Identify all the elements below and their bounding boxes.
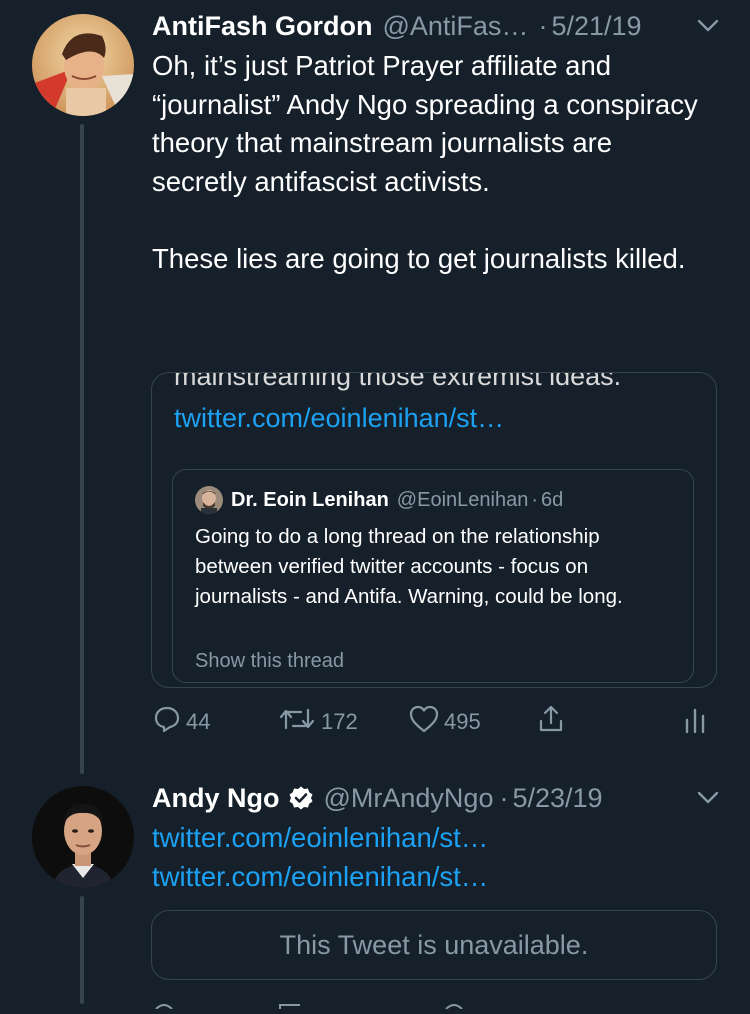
thread-line [80,124,84,774]
thread-line [80,896,84,1004]
analytics-button[interactable] [682,704,708,740]
like-button[interactable]: 495 [408,704,481,740]
analytics-icon [682,704,708,740]
display-name[interactable]: AntiFash Gordon [152,11,372,42]
share-icon [536,704,566,740]
tweet-link[interactable]: twitter.com/eoinlenihan/st… [152,861,488,892]
nested-tweet-text: Going to do a long thread on the relatio… [195,525,623,608]
avatar[interactable] [32,14,134,116]
show-thread-link[interactable]: Show this thread [195,650,344,673]
quoted-tweet-link[interactable]: twitter.com/eoinlenihan/st… [174,403,504,434]
separator-dot: · [499,782,509,813]
quoted-text-cropped: mainstreaming those extremist ideas. [174,372,622,391]
tweet-header: Andy Ngo @MrAndyNgo · 5/23/19 [152,780,720,816]
unavailable-tweet-card: This Tweet is unavailable. [151,910,717,980]
reply-count: 44 [186,709,211,734]
avatar[interactable] [32,786,134,888]
display-name[interactable]: Andy Ngo [152,783,280,814]
retweet-icon [277,704,317,740]
chevron-down-icon[interactable] [696,784,720,815]
tweet-text: twitter.com/eoinlenihan/st… twitter.com/… [152,819,712,896]
chevron-down-icon[interactable] [696,12,720,43]
retweet-button[interactable]: 172 [277,704,358,740]
tweet-header: AntiFash Gordon @AntiFas… · 5/21/19 [152,8,720,44]
verified-badge-icon [288,785,314,811]
quoted-tweet-card[interactable]: mainstreaming those extremist ideas. twi… [151,372,717,688]
tweet-link[interactable]: twitter.com/eoinlenihan/st… [152,822,488,853]
heart-icon [408,704,440,740]
share-button[interactable] [536,704,566,740]
user-handle[interactable]: @AntiFas… [382,11,528,42]
nested-tweet-header: Dr. Eoin Lenihan @EoinLenihan · 6d [195,486,563,514]
tweet-actions: 44 172 495 [152,704,712,744]
display-name[interactable]: Dr. Eoin Lenihan [231,489,389,512]
tweet-date[interactable]: 5/21/19 [551,11,641,42]
tweet-date[interactable]: 5/23/19 [512,783,602,814]
nested-quoted-tweet[interactable]: Dr. Eoin Lenihan @EoinLenihan · 6d Going… [172,469,694,683]
user-handle[interactable]: @MrAndyNgo [324,783,494,814]
separator-dot: · [538,10,548,41]
reply-icon [152,704,182,740]
user-handle[interactable]: @EoinLenihan [397,489,529,512]
like-count: 495 [444,709,481,734]
separator-dot: · [531,488,538,511]
retweet-count: 172 [321,709,358,734]
reply-button[interactable]: 44 [152,704,210,740]
tweet-text: Oh, it’s just Patriot Prayer affiliate a… [152,50,698,274]
next-actions-peek [150,996,720,1010]
avatar[interactable] [195,486,223,514]
tweet-time: 6d [540,488,564,511]
